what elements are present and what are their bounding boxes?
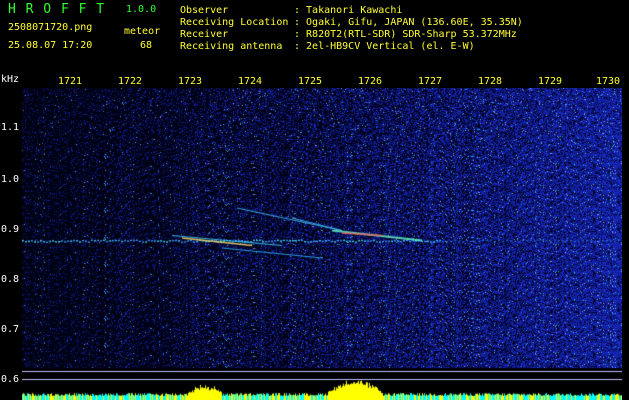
info-label-observer: Observer: [180, 5, 229, 16]
info-label-location: Receiving Location: [180, 17, 289, 28]
frequency-axis: kHz 1.1 1.0 0.9 0.8 0.7 0.6: [0, 72, 22, 400]
info-label-antenna: Receiving antenna: [180, 41, 283, 52]
spectrogram-canvas: [22, 88, 622, 400]
info-value-antenna: : 2el-HB9CV Vertical (el. E-W): [294, 41, 475, 52]
x-tick-1729: 1729: [538, 76, 563, 87]
info-value-observer: : Takanori Kawachi: [294, 5, 403, 16]
x-tick-1723: 1723: [178, 76, 203, 87]
file-name: 2508071720.png: [8, 22, 93, 33]
meteor-label: meteor: [124, 26, 161, 37]
info-label-receiver: Receiver: [180, 29, 229, 40]
x-tick-1728: 1728: [478, 76, 503, 87]
x-tick-1722: 1722: [118, 76, 143, 87]
y-tick-0.8: 0.8: [1, 274, 20, 285]
info-value-location: : Ogaki, Gifu, JAPAN (136.60E, 35.35N): [294, 17, 523, 28]
x-tick-1721: 1721: [58, 76, 83, 87]
capture-datetime: 25.08.07 17:20: [8, 40, 93, 51]
x-tick-1724: 1724: [238, 76, 263, 87]
y-tick-0.7: 0.7: [1, 324, 20, 335]
meteor-count: 68: [140, 40, 153, 51]
x-tick-1726: 1726: [358, 76, 383, 87]
app-version: 1.0.0: [126, 4, 157, 15]
y-tick-1.0: 1.0: [1, 174, 20, 185]
hroft-window: H R O F F T 1.0.0 2508071720.png meteor …: [0, 0, 629, 400]
x-tick-1727: 1727: [418, 76, 443, 87]
x-tick-1725: 1725: [298, 76, 323, 87]
y-tick-1.1: 1.1: [1, 122, 20, 133]
info-value-receiver: : R820T2(RTL-SDR) SDR-Sharp 53.372MHz: [294, 29, 517, 40]
y-tick-0.9: 0.9: [1, 224, 20, 235]
app-title: H R O F F T: [8, 2, 106, 17]
x-tick-1730: 1730: [596, 76, 621, 87]
y-axis-unit: kHz: [1, 74, 20, 85]
y-tick-0.6: 0.6: [1, 374, 20, 385]
